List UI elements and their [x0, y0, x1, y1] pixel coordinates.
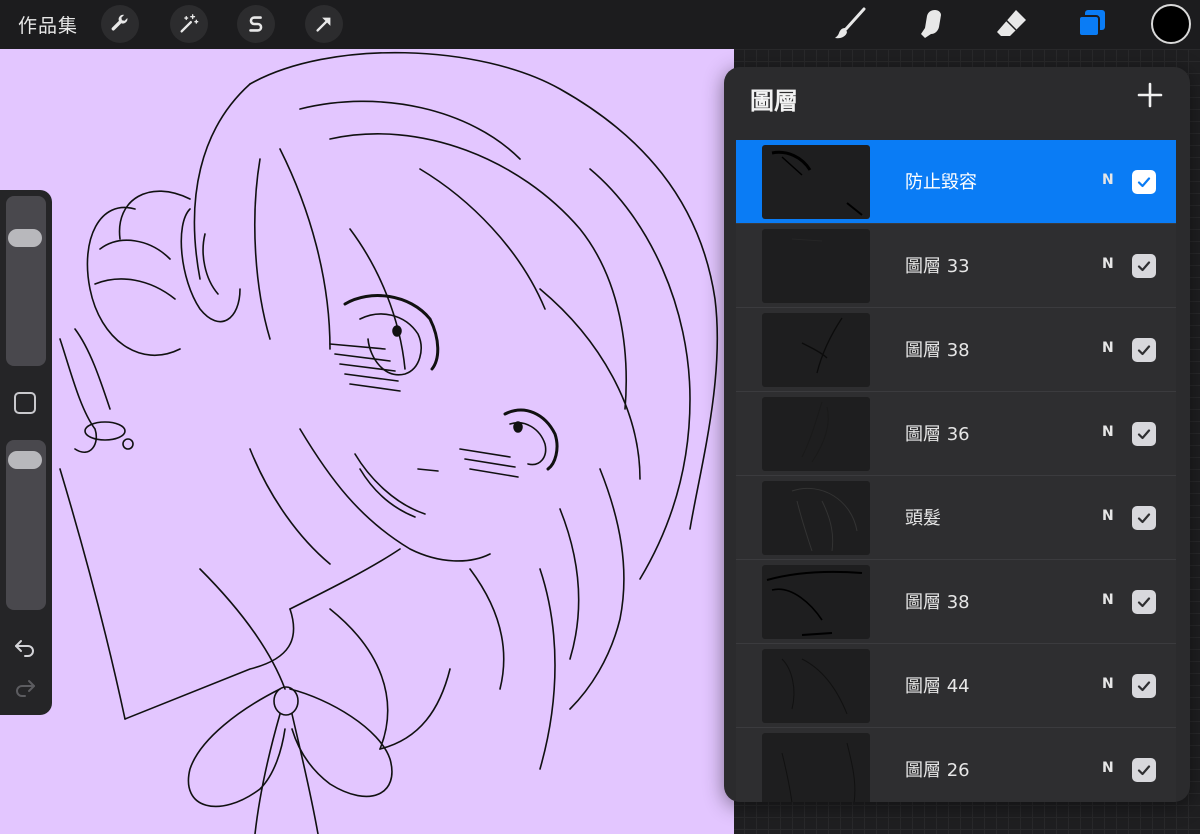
blend-mode-button[interactable]: N [1102, 340, 1114, 356]
blend-mode-button[interactable]: N [1102, 592, 1114, 608]
checkmark-icon [1137, 345, 1151, 356]
checkmark-icon [1137, 429, 1151, 440]
layer-visibility-checkbox[interactable] [1132, 254, 1156, 278]
checkmark-icon [1137, 177, 1151, 188]
redo-button[interactable] [12, 674, 38, 700]
layer-thumbnail[interactable] [762, 649, 870, 723]
blend-mode-button[interactable]: N [1102, 256, 1114, 272]
wrench-icon [111, 14, 128, 31]
layers-icon [1078, 10, 1105, 37]
layer-visibility-checkbox[interactable] [1132, 590, 1156, 614]
eraser-icon [997, 10, 1026, 36]
color-picker-button[interactable] [1151, 4, 1191, 44]
arrow-cursor-icon [316, 17, 331, 32]
plus-icon [1137, 82, 1163, 108]
layer-thumbnail[interactable] [762, 397, 870, 471]
blend-mode-button[interactable]: N [1102, 508, 1114, 524]
layer-name[interactable]: 頭髮 [905, 504, 941, 530]
left-sidebar [0, 190, 52, 715]
checkmark-icon [1137, 765, 1151, 776]
blend-mode-button[interactable]: N [1102, 172, 1114, 188]
magic-wand-icon [180, 14, 199, 33]
layer-row[interactable]: 頭髮 N [736, 476, 1176, 560]
layer-row[interactable]: 防止毀容 N [736, 140, 1176, 224]
blend-mode-button[interactable]: N [1102, 424, 1114, 440]
layer-list: 防止毀容 N 圖層 33 N 圖層 38 N 圖層 36 N 頭髮 N 圖層 38 N 圖層 44 N 圖層… [736, 140, 1176, 802]
smudge-finger-icon [921, 10, 941, 38]
undo-arrow-icon [15, 640, 34, 657]
blend-mode-button[interactable]: N [1102, 760, 1114, 776]
layer-row[interactable]: 圖層 44 N [736, 644, 1176, 728]
transform-button[interactable] [305, 5, 343, 43]
layer-thumbnail[interactable] [762, 313, 870, 387]
gallery-button[interactable]: 作品集 [18, 11, 78, 38]
layer-visibility-checkbox[interactable] [1132, 338, 1156, 362]
opacity-slider[interactable] [6, 440, 46, 610]
adjustments-button[interactable] [170, 5, 208, 43]
layer-visibility-checkbox[interactable] [1132, 170, 1156, 194]
layer-name[interactable]: 圖層 44 [905, 672, 970, 698]
layers-tool-button[interactable] [1071, 4, 1111, 44]
layer-thumbnail[interactable] [762, 145, 870, 219]
drawing-canvas[interactable] [0, 49, 734, 834]
brush-tool-button[interactable] [830, 4, 870, 44]
layer-row[interactable]: 圖層 38 N [736, 308, 1176, 392]
layer-thumbnail[interactable] [762, 481, 870, 555]
redo-arrow-icon [16, 680, 35, 697]
layer-visibility-checkbox[interactable] [1132, 674, 1156, 698]
lineart-drawing [59, 51, 719, 834]
selection-button[interactable] [237, 5, 275, 43]
layer-name[interactable]: 圖層 26 [905, 756, 970, 782]
selection-s-icon [249, 16, 263, 32]
layer-row[interactable]: 圖層 26 N [736, 728, 1176, 802]
layer-name[interactable]: 圖層 38 [905, 336, 970, 362]
square-icon[interactable] [14, 392, 36, 414]
blend-mode-button[interactable]: N [1102, 676, 1114, 692]
top-toolbar: 作品集 [0, 0, 1200, 49]
brush-size-slider[interactable] [6, 196, 46, 366]
checkmark-icon [1137, 681, 1151, 692]
eraser-tool-button[interactable] [992, 4, 1032, 44]
layer-visibility-checkbox[interactable] [1132, 758, 1156, 782]
layer-thumbnail[interactable] [762, 733, 870, 802]
smudge-tool-button[interactable] [912, 4, 952, 44]
layer-thumbnail[interactable] [762, 565, 870, 639]
layer-name[interactable]: 防止毀容 [905, 168, 977, 194]
layer-name[interactable]: 圖層 38 [905, 588, 970, 614]
layer-visibility-checkbox[interactable] [1132, 422, 1156, 446]
checkmark-icon [1137, 261, 1151, 272]
paintbrush-icon [835, 7, 866, 39]
opacity-thumb[interactable] [8, 451, 42, 470]
layers-panel-title: 圖層 [750, 87, 798, 115]
layer-thumbnail[interactable] [762, 229, 870, 303]
checkmark-icon [1137, 513, 1151, 524]
actions-button[interactable] [101, 5, 139, 43]
layer-visibility-checkbox[interactable] [1132, 506, 1156, 530]
add-layer-button[interactable] [1134, 79, 1166, 111]
layer-row[interactable]: 圖層 38 N [736, 560, 1176, 644]
layer-row[interactable]: 圖層 36 N [736, 392, 1176, 476]
brush-size-thumb[interactable] [8, 228, 42, 247]
layers-panel: 圖層 防止毀容 N 圖層 33 N 圖層 38 N 圖層 36 N 頭髮 N 圖層 38 N 圖層 44… [724, 67, 1190, 802]
checkmark-icon [1137, 597, 1151, 608]
layer-name[interactable]: 圖層 36 [905, 420, 970, 446]
procreate-app: 作品集 圖層 防止毀容 N 圖層 33 N 圖層 38 N 圖層 36 N 頭髮… [0, 0, 1200, 834]
layer-name[interactable]: 圖層 33 [905, 252, 970, 278]
layer-row[interactable]: 圖層 33 N [736, 224, 1176, 308]
undo-button[interactable] [12, 634, 38, 660]
